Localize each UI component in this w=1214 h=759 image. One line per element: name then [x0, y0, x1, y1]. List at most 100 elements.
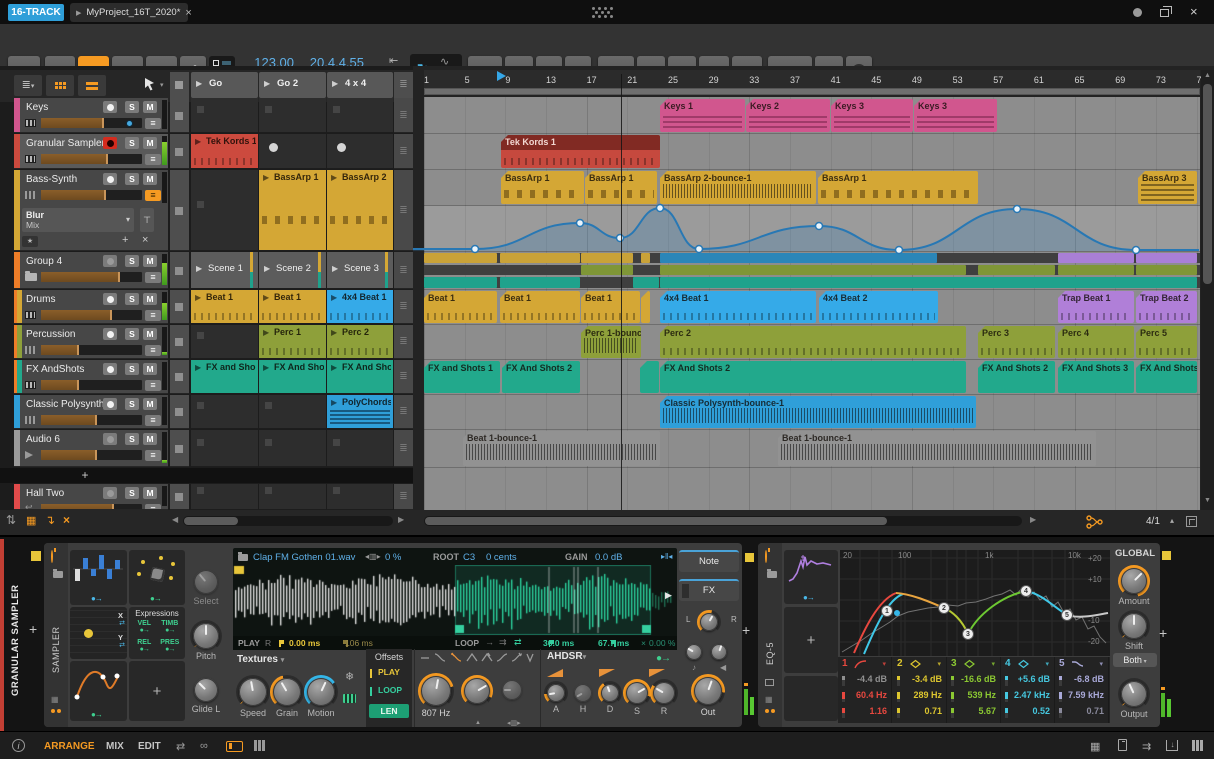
- volume-fader[interactable]: [41, 154, 142, 164]
- clip-slot-empty[interactable]: [191, 484, 258, 510]
- automation-dot-icon[interactable]: [125, 119, 133, 127]
- sampler-note-slot[interactable]: Note: [679, 550, 739, 572]
- clip-play-icon[interactable]: ▶: [331, 363, 337, 372]
- arranger-clip[interactable]: Keys 3: [914, 99, 997, 132]
- clip-slot-empty[interactable]: [259, 430, 326, 467]
- play-start-marker-icon[interactable]: [497, 71, 506, 81]
- clip-menu-cell[interactable]: ≣: [394, 98, 413, 133]
- ahdsr-selector[interactable]: AHDSR▾: [547, 651, 586, 662]
- automation-param-selector[interactable]: Blur Mix ▾: [22, 208, 134, 232]
- playhead-line[interactable]: [621, 74, 622, 510]
- arranger-clip[interactable]: FX And Shots: [1136, 361, 1197, 393]
- group-clip-segment[interactable]: [660, 265, 966, 275]
- both-mode-select[interactable]: Both ▾: [1113, 653, 1157, 667]
- clip-play-icon[interactable]: ▶: [195, 293, 201, 302]
- arranger-clip[interactable]: BassArp 1: [818, 171, 978, 204]
- solo-button[interactable]: S: [125, 433, 139, 445]
- eq-band-handle[interactable]: 4: [1020, 585, 1032, 597]
- expression-timb[interactable]: TIMB ●→: [158, 620, 183, 638]
- clip-menu-cell[interactable]: ≣: [394, 290, 413, 324]
- track-menu-button[interactable]: ≡: [145, 380, 161, 391]
- clip-play-icon[interactable]: ▶: [331, 398, 337, 407]
- scene-scroll-icon[interactable]: ↴: [45, 513, 55, 527]
- device-chain-add-left[interactable]: +: [29, 621, 37, 637]
- volume-fader[interactable]: [41, 118, 142, 128]
- loop-fade-value[interactable]: 0.00 %: [649, 638, 675, 648]
- beat-grid-value[interactable]: 4/1: [1146, 516, 1160, 527]
- automation-lane-bg[interactable]: [424, 206, 1200, 251]
- mix-view-button[interactable]: MIX: [106, 741, 124, 752]
- clip-stop-cell[interactable]: [170, 484, 189, 510]
- eq-output-knob[interactable]: [1121, 681, 1147, 707]
- automation-add-button[interactable]: +: [122, 234, 128, 246]
- sampler-track-color-chip[interactable]: [31, 551, 41, 561]
- group-clip-segment[interactable]: [424, 277, 497, 288]
- arranger-hscrollbar-thumb[interactable]: [425, 517, 887, 525]
- arranger-clip[interactable]: 4x4 Beat 1: [660, 291, 816, 323]
- sample-file-name[interactable]: Clap FM Gothen 01.wav: [253, 552, 355, 563]
- eq-shift-knob[interactable]: [1121, 613, 1147, 639]
- clip-play-icon[interactable]: ▶: [263, 173, 269, 182]
- env-a-knob[interactable]: [547, 684, 565, 702]
- arranger-clip[interactable]: 4x4 Beat 2: [819, 291, 938, 323]
- grid-auto-icon[interactable]: ▴: [1170, 516, 1174, 525]
- launcher-scroll-right-icon[interactable]: ▶: [398, 515, 404, 524]
- expression-vel[interactable]: VEL ●→: [132, 620, 157, 638]
- arranger-hscrollbar[interactable]: [424, 516, 1022, 526]
- single-panel-layout-icon[interactable]: [226, 741, 243, 752]
- sampler-fx-slot[interactable]: FX: [679, 579, 739, 601]
- clip-menu-cell[interactable]: ≣: [394, 395, 413, 429]
- solo-button[interactable]: S: [125, 487, 139, 499]
- launcher-clip[interactable]: ▶ PolyChords: [327, 395, 393, 429]
- clip-stop-cell[interactable]: [170, 395, 189, 429]
- root-cents-value[interactable]: 0 cents: [486, 552, 517, 563]
- record-arm-button[interactable]: [103, 433, 117, 445]
- arranger-clip[interactable]: Beat 1: [500, 291, 580, 323]
- keytrack-icon[interactable]: [343, 694, 356, 703]
- workflow-icon[interactable]: [1086, 515, 1104, 529]
- record-arm-button[interactable]: [103, 137, 117, 149]
- scene-play-icon[interactable]: ▶: [196, 79, 202, 88]
- clip-stop-cell[interactable]: [170, 360, 189, 394]
- eq-band-gain-value[interactable]: -3.4 dB: [912, 674, 942, 684]
- eq-band-handle[interactable]: 2: [938, 602, 950, 614]
- eq-band-selector[interactable]: 2 ▾: [893, 657, 946, 672]
- arranger-clip[interactable]: Keys 3: [831, 99, 913, 132]
- arranger-clip[interactable]: Beat 1: [424, 291, 497, 323]
- play-start-flag-icon[interactable]: [279, 640, 284, 647]
- filter-keytrack-knob[interactable]: [502, 680, 522, 700]
- clip-slot-empty[interactable]: [327, 484, 393, 510]
- arranger-scroll-right-icon[interactable]: ▶: [1030, 515, 1036, 524]
- group-scene-cell[interactable]: ▶ Scene 3: [327, 252, 393, 289]
- record-arm-button[interactable]: [103, 255, 117, 267]
- eq-band-gain-value[interactable]: -16.6 dB: [961, 674, 996, 684]
- arranger-clip[interactable]: FX and Shots 1: [424, 361, 500, 393]
- env-h-knob[interactable]: [574, 684, 592, 702]
- scene-play-icon[interactable]: ▶: [264, 79, 270, 88]
- clip-slot-empty[interactable]: [259, 98, 326, 133]
- eq-band-freq-value[interactable]: 539 Hz: [967, 690, 996, 700]
- eq-band-selector[interactable]: 1 ▾: [838, 657, 891, 672]
- scene-menu-column-header[interactable]: ≣: [394, 72, 413, 98]
- track-row[interactable]: Granular Sampler S M ≡: [14, 134, 168, 169]
- volume-fader[interactable]: [41, 415, 142, 425]
- filter-shape-icons[interactable]: [419, 652, 535, 664]
- solo-button[interactable]: S: [125, 363, 139, 375]
- eq-band-selector[interactable]: 4 ▾: [1001, 657, 1054, 672]
- loop-pingpong-icon[interactable]: ⇄: [514, 637, 522, 648]
- clip-play-icon[interactable]: ▶: [195, 363, 201, 372]
- track-menu-button[interactable]: ≡: [145, 118, 161, 129]
- group-clip-segment[interactable]: [633, 277, 659, 288]
- mute-button[interactable]: M: [143, 363, 157, 375]
- clip-stop-cell[interactable]: [170, 252, 189, 289]
- gain-value[interactable]: 0.0 dB: [595, 552, 622, 563]
- loop-start-value[interactable]: 36.0 ms: [543, 638, 574, 648]
- volume-fader[interactable]: [41, 310, 142, 320]
- keytrack-amount-knob[interactable]: [686, 644, 702, 660]
- scene-header-3[interactable]: ▶ 4 x 4: [327, 72, 393, 98]
- env-s-knob[interactable]: [626, 682, 648, 704]
- launcher-clip[interactable]: ▶ Beat 1: [259, 290, 326, 324]
- solo-button[interactable]: S: [125, 255, 139, 267]
- arranger-clip[interactable]: BassArp 3: [1138, 171, 1197, 204]
- launcher-clip[interactable]: ▶ Perc 1: [259, 325, 326, 359]
